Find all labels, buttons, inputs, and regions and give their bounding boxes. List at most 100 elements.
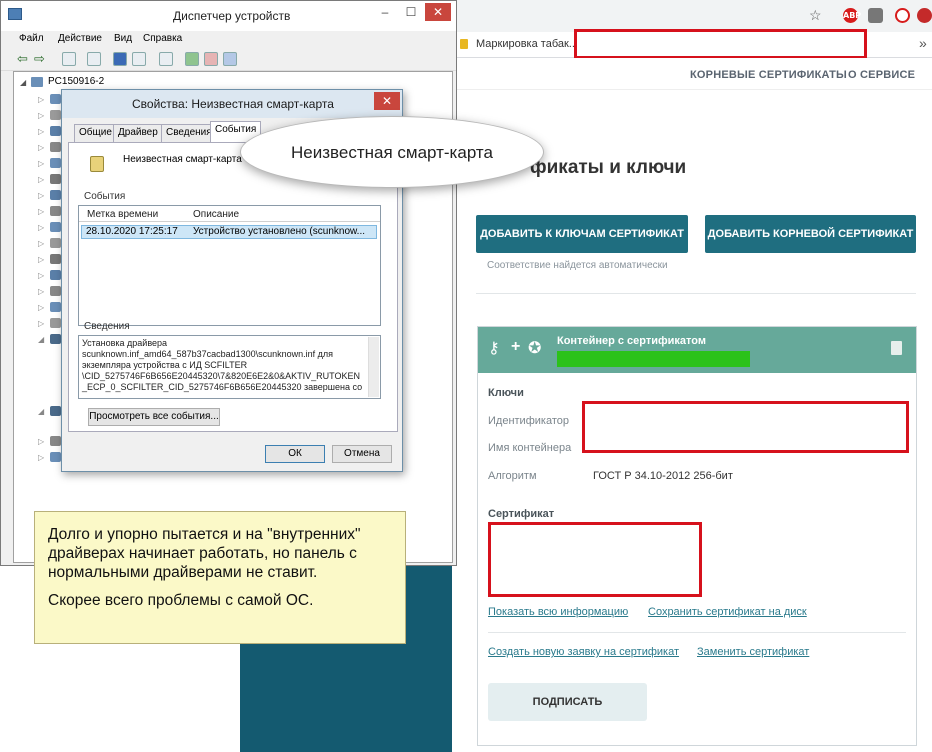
identifier-label: Идентификатор [488, 415, 569, 427]
tree-expander-icon[interactable]: ▷ [38, 319, 44, 328]
details-line: \CID_5275746F6B656E20445320\7&820E6E2&0&… [82, 371, 361, 381]
details-group-label: Сведения [84, 321, 130, 332]
bookmark-item[interactable]: Маркировка табак... [476, 38, 578, 50]
auto-match-hint: Соответствие найдется автоматически [487, 260, 668, 271]
extension-shield-icon[interactable] [868, 8, 883, 23]
bookmark-star-icon[interactable]: ☆ [809, 7, 822, 24]
smart-card-readers-icon [50, 334, 61, 344]
magnified-callout: Неизвестная смарт-карта [240, 116, 544, 188]
update-driver-icon[interactable] [185, 52, 199, 66]
device-category-icon [50, 436, 61, 446]
event-details-textbox[interactable]: Установка драйвера scunknown.inf_amd64_5… [78, 335, 381, 399]
back-arrow-icon[interactable]: ⇦ [17, 51, 28, 67]
divider [476, 293, 916, 294]
column-description[interactable]: Описание [193, 209, 239, 220]
tree-expander-icon[interactable]: ◢ [38, 335, 44, 344]
adblock-icon[interactable]: ABP [843, 8, 861, 23]
computer-name[interactable]: PC150916-2 [48, 76, 104, 87]
tab-general[interactable]: Общие [74, 124, 117, 142]
tree-expander-icon[interactable]: ▷ [38, 271, 44, 280]
tree-expander-icon[interactable]: ▷ [38, 239, 44, 248]
properties-close-icon[interactable]: ✕ [374, 92, 400, 110]
device-category-icon [50, 174, 61, 184]
tree-root-expander-icon[interactable]: ◢ [20, 78, 26, 87]
device-category-icon [50, 110, 61, 120]
tree-expander-icon[interactable]: ▷ [38, 191, 44, 200]
tree-expander-icon[interactable]: ▷ [38, 111, 44, 120]
tree-expander-icon[interactable]: ▷ [38, 303, 44, 312]
details-line: _ECP_0_SCFILTER_CID_5275746F6B656E204453… [82, 382, 363, 392]
device-category-icon [50, 254, 61, 264]
menu-help[interactable]: Справка [143, 33, 182, 44]
show-hidden-icon[interactable] [87, 52, 101, 66]
tree-expander-icon[interactable]: ▷ [38, 207, 44, 216]
menu-view[interactable]: Вид [114, 33, 132, 44]
device-manager-menubar: Файл Действие Вид Справка [1, 31, 456, 49]
forward-arrow-icon[interactable]: ⇨ [34, 51, 45, 67]
view-all-events-button[interactable]: Просмотреть все события... [88, 408, 220, 426]
callout-text: Неизвестная смарт-карта [291, 143, 493, 162]
disable-device-icon[interactable] [204, 52, 218, 66]
events-group-label: События [84, 191, 126, 202]
close-icon[interactable]: ✕ [425, 3, 451, 21]
cancel-button[interactable]: Отмена [332, 445, 392, 463]
nav-about[interactable]: О СЕРВИСЕ [848, 69, 915, 81]
add-root-button[interactable]: ДОБАВИТЬ КОРНЕВОЙ СЕРТИФИКАТ [705, 215, 916, 253]
tree-expander-icon[interactable]: ▷ [38, 127, 44, 136]
menu-file[interactable]: Файл [19, 33, 44, 44]
smart-card-device-icon [90, 156, 104, 172]
minimize-icon[interactable]: ‒ [372, 3, 398, 21]
tree-expander-icon[interactable]: ◢ [38, 407, 44, 416]
computer-icon [31, 77, 43, 87]
device-category-icon [50, 206, 61, 216]
algorithm-label: Алгоритм [488, 470, 537, 482]
event-row[interactable]: 28.10.2020 17:25:17 Устройство установле… [81, 225, 377, 239]
algorithm-value: ГОСТ Р 34.10-2012 256-бит [593, 470, 733, 482]
maximize-icon[interactable]: ☐ [398, 3, 424, 21]
tree-expander-icon[interactable]: ▷ [38, 437, 44, 446]
menu-action[interactable]: Действие [58, 33, 102, 44]
new-request-link[interactable]: Создать новую заявку на сертификат [488, 646, 679, 658]
tab-details[interactable]: Сведения [161, 124, 217, 142]
details-scrollbar[interactable] [368, 337, 379, 397]
plus-icon: + [511, 338, 521, 355]
nav-root-certificates[interactable]: КОРНЕВЫЕ СЕРТИФИКАТЫ [690, 69, 847, 81]
redacted-container-name [557, 351, 750, 367]
tree-expander-icon[interactable]: ▷ [38, 223, 44, 232]
view-icon[interactable] [132, 52, 146, 66]
tree-expander-icon[interactable]: ▷ [38, 143, 44, 152]
device-category-icon [50, 222, 61, 232]
device-category-icon [50, 302, 61, 312]
device-category-icon [50, 270, 61, 280]
tree-expander-icon[interactable]: ▷ [38, 287, 44, 296]
properties-title: Свойства: Неизвестная смарт-карта [132, 97, 334, 111]
tree-expander-icon[interactable]: ▷ [38, 159, 44, 168]
page-heading: фикаты и ключи [530, 157, 687, 178]
sign-button[interactable]: ПОДПИСАТЬ [488, 683, 647, 721]
card-header: ⚷ + ✪ Контейнер с сертификатом [478, 327, 916, 373]
trash-icon[interactable] [891, 341, 902, 355]
redacted-certificate-box [488, 522, 702, 597]
tree-expander-icon[interactable]: ▷ [38, 95, 44, 104]
bookmarks-overflow-icon[interactable]: » [919, 35, 927, 51]
add-to-keys-button[interactable]: ДОБАВИТЬ К КЛЮЧАМ СЕРТИФИКАТ [476, 215, 688, 253]
extension-gear-icon[interactable] [917, 8, 932, 23]
scan-hardware-icon[interactable] [159, 52, 173, 66]
ok-button[interactable]: ОК [265, 445, 325, 463]
device-category-icon [50, 158, 61, 168]
help-icon[interactable] [113, 52, 127, 66]
device-category-icon [50, 190, 61, 200]
extension-red-icon[interactable] [895, 8, 910, 23]
save-certificate-link[interactable]: Сохранить сертификат на диск [648, 606, 807, 618]
uninstall-device-icon[interactable] [223, 52, 237, 66]
show-all-info-link[interactable]: Показать всю информацию [488, 606, 628, 618]
tab-driver[interactable]: Драйвер [113, 124, 163, 142]
column-timestamp[interactable]: Метка времени [87, 209, 158, 220]
details-line: Установка драйвера [82, 338, 168, 348]
tree-expander-icon[interactable]: ▷ [38, 255, 44, 264]
device-category-icon [50, 126, 61, 136]
properties-icon[interactable] [62, 52, 76, 66]
tree-expander-icon[interactable]: ▷ [38, 175, 44, 184]
replace-certificate-link[interactable]: Заменить сертификат [697, 646, 809, 658]
tree-expander-icon[interactable]: ▷ [38, 453, 44, 462]
